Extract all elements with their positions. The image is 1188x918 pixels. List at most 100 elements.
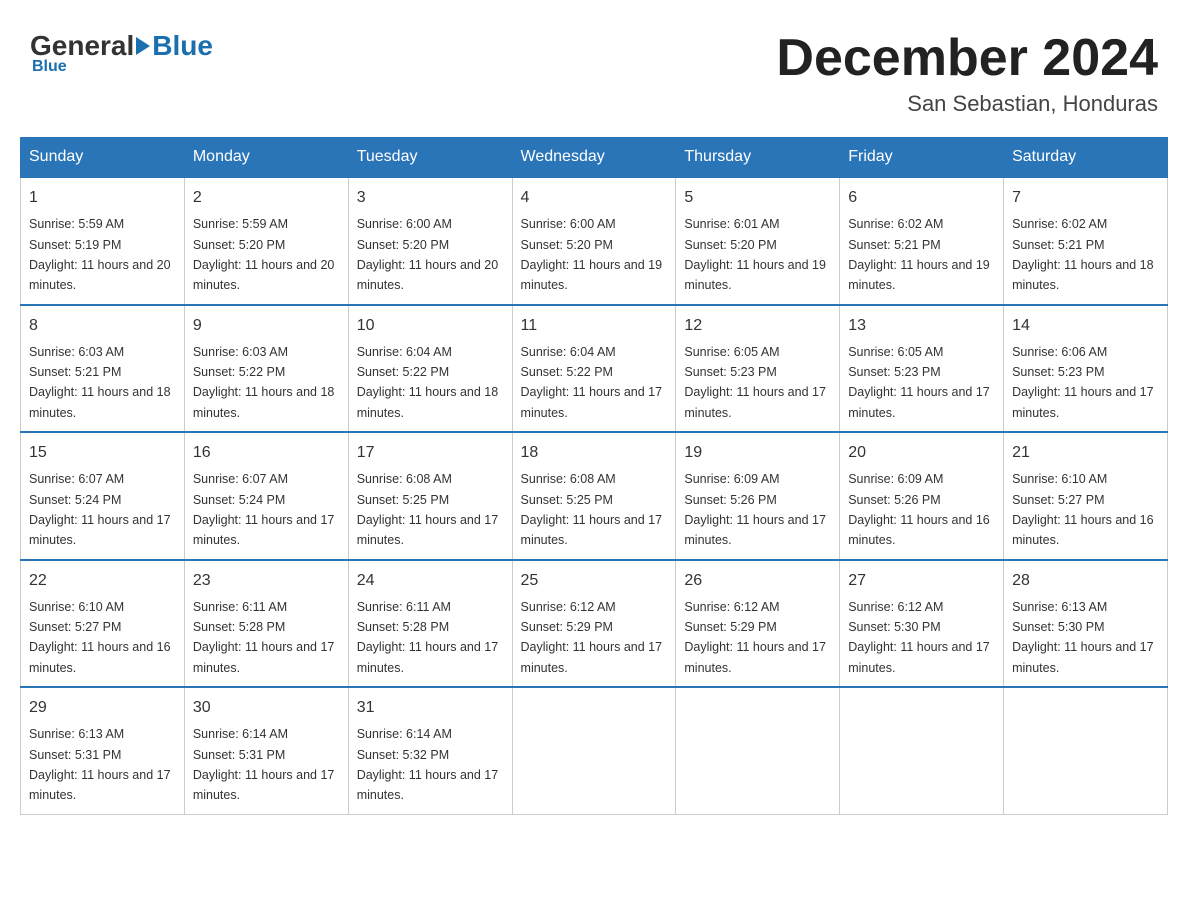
day-info: Sunrise: 6:03 AMSunset: 5:22 PMDaylight:… [193, 345, 335, 420]
day-info: Sunrise: 6:13 AMSunset: 5:31 PMDaylight:… [29, 727, 171, 802]
day-info: Sunrise: 6:07 AMSunset: 5:24 PMDaylight:… [29, 472, 171, 547]
day-info: Sunrise: 6:13 AMSunset: 5:30 PMDaylight:… [1012, 600, 1154, 675]
day-number: 25 [521, 569, 668, 593]
day-number: 30 [193, 696, 340, 720]
col-sunday: Sunday [21, 138, 185, 178]
day-info: Sunrise: 6:10 AMSunset: 5:27 PMDaylight:… [1012, 472, 1154, 547]
day-number: 12 [684, 314, 831, 338]
calendar-week-row: 22Sunrise: 6:10 AMSunset: 5:27 PMDayligh… [21, 560, 1168, 688]
table-row [1004, 687, 1168, 814]
day-info: Sunrise: 6:04 AMSunset: 5:22 PMDaylight:… [521, 345, 663, 420]
day-info: Sunrise: 6:09 AMSunset: 5:26 PMDaylight:… [684, 472, 826, 547]
day-number: 2 [193, 186, 340, 210]
logo-arrow-icon [136, 37, 150, 55]
title-section: December 2024 San Sebastian, Honduras [776, 30, 1158, 117]
day-info: Sunrise: 6:03 AMSunset: 5:21 PMDaylight:… [29, 345, 171, 420]
col-friday: Friday [840, 138, 1004, 178]
logo-subtitle: Blue [32, 58, 67, 76]
day-number: 6 [848, 186, 995, 210]
day-number: 15 [29, 441, 176, 465]
day-number: 27 [848, 569, 995, 593]
calendar-table: Sunday Monday Tuesday Wednesday Thursday… [20, 137, 1168, 815]
col-wednesday: Wednesday [512, 138, 676, 178]
day-info: Sunrise: 6:12 AMSunset: 5:29 PMDaylight:… [684, 600, 826, 675]
day-number: 1 [29, 186, 176, 210]
day-number: 7 [1012, 186, 1159, 210]
day-info: Sunrise: 6:14 AMSunset: 5:32 PMDaylight:… [357, 727, 499, 802]
table-row [840, 687, 1004, 814]
day-number: 21 [1012, 441, 1159, 465]
col-monday: Monday [184, 138, 348, 178]
day-info: Sunrise: 6:06 AMSunset: 5:23 PMDaylight:… [1012, 345, 1154, 420]
day-number: 31 [357, 696, 504, 720]
page-header: General Blue Blue December 2024 San Seba… [20, 20, 1168, 117]
day-number: 3 [357, 186, 504, 210]
day-number: 19 [684, 441, 831, 465]
location-title: San Sebastian, Honduras [776, 91, 1158, 117]
table-row: 18 Sunrise: 6:08 AMSunset: 5:25 PMDayligh… [512, 432, 676, 560]
day-number: 10 [357, 314, 504, 338]
day-number: 5 [684, 186, 831, 210]
table-row: 16Sunrise: 6:07 AMSunset: 5:24 PMDayligh… [184, 432, 348, 560]
table-row: 20 Sunrise: 6:09 AMSunset: 5:26 PMDayligh… [840, 432, 1004, 560]
day-info: Sunrise: 6:02 AMSunset: 5:21 PMDaylight:… [1012, 217, 1154, 292]
table-row: 11 Sunrise: 6:04 AMSunset: 5:22 PMDayligh… [512, 305, 676, 433]
day-info: Sunrise: 6:05 AMSunset: 5:23 PMDaylight:… [684, 345, 826, 420]
logo: General Blue Blue [30, 30, 213, 76]
day-info: Sunrise: 6:00 AMSunset: 5:20 PMDaylight:… [521, 217, 663, 292]
logo-blue-text: Blue [152, 30, 213, 62]
day-info: Sunrise: 6:12 AMSunset: 5:29 PMDaylight:… [521, 600, 663, 675]
table-row: 13 Sunrise: 6:05 AMSunset: 5:23 PMDayligh… [840, 305, 1004, 433]
day-number: 20 [848, 441, 995, 465]
day-number: 23 [193, 569, 340, 593]
table-row: 26Sunrise: 6:12 AMSunset: 5:29 PMDayligh… [676, 560, 840, 688]
day-number: 11 [521, 314, 668, 338]
table-row: 27Sunrise: 6:12 AMSunset: 5:30 PMDayligh… [840, 560, 1004, 688]
day-info: Sunrise: 6:14 AMSunset: 5:31 PMDaylight:… [193, 727, 335, 802]
table-row: 15 Sunrise: 6:07 AMSunset: 5:24 PMDayligh… [21, 432, 185, 560]
day-number: 16 [193, 441, 340, 465]
calendar-header-row: Sunday Monday Tuesday Wednesday Thursday… [21, 138, 1168, 178]
col-thursday: Thursday [676, 138, 840, 178]
table-row: 7 Sunrise: 6:02 AMSunset: 5:21 PMDaylight… [1004, 177, 1168, 305]
calendar-week-row: 29Sunrise: 6:13 AMSunset: 5:31 PMDayligh… [21, 687, 1168, 814]
table-row: 4 Sunrise: 6:00 AMSunset: 5:20 PMDaylight… [512, 177, 676, 305]
col-saturday: Saturday [1004, 138, 1168, 178]
table-row: 6 Sunrise: 6:02 AMSunset: 5:21 PMDaylight… [840, 177, 1004, 305]
table-row: 10 Sunrise: 6:04 AMSunset: 5:22 PMDayligh… [348, 305, 512, 433]
table-row: 3Sunrise: 6:00 AMSunset: 5:20 PMDaylight… [348, 177, 512, 305]
day-info: Sunrise: 6:04 AMSunset: 5:22 PMDaylight:… [357, 345, 499, 420]
day-number: 17 [357, 441, 504, 465]
day-number: 13 [848, 314, 995, 338]
day-info: Sunrise: 6:11 AMSunset: 5:28 PMDaylight:… [193, 600, 335, 675]
day-info: Sunrise: 6:01 AMSunset: 5:20 PMDaylight:… [684, 217, 826, 292]
table-row: 23 Sunrise: 6:11 AMSunset: 5:28 PMDayligh… [184, 560, 348, 688]
day-info: Sunrise: 5:59 AMSunset: 5:20 PMDaylight:… [193, 217, 335, 292]
table-row: 5 Sunrise: 6:01 AMSunset: 5:20 PMDaylight… [676, 177, 840, 305]
day-info: Sunrise: 6:02 AMSunset: 5:21 PMDaylight:… [848, 217, 990, 292]
day-number: 18 [521, 441, 668, 465]
table-row: 30 Sunrise: 6:14 AMSunset: 5:31 PMDayligh… [184, 687, 348, 814]
table-row [676, 687, 840, 814]
table-row: 22Sunrise: 6:10 AMSunset: 5:27 PMDayligh… [21, 560, 185, 688]
calendar-week-row: 8Sunrise: 6:03 AMSunset: 5:21 PMDaylight… [21, 305, 1168, 433]
day-number: 28 [1012, 569, 1159, 593]
table-row: 2 Sunrise: 5:59 AMSunset: 5:20 PMDaylight… [184, 177, 348, 305]
table-row: 9Sunrise: 6:03 AMSunset: 5:22 PMDaylight… [184, 305, 348, 433]
day-number: 14 [1012, 314, 1159, 338]
day-number: 4 [521, 186, 668, 210]
day-info: Sunrise: 6:05 AMSunset: 5:23 PMDaylight:… [848, 345, 990, 420]
calendar-week-row: 15 Sunrise: 6:07 AMSunset: 5:24 PMDayligh… [21, 432, 1168, 560]
table-row: 19 Sunrise: 6:09 AMSunset: 5:26 PMDayligh… [676, 432, 840, 560]
day-number: 22 [29, 569, 176, 593]
day-info: Sunrise: 6:09 AMSunset: 5:26 PMDaylight:… [848, 472, 990, 547]
calendar-week-row: 1Sunrise: 5:59 AMSunset: 5:19 PMDaylight… [21, 177, 1168, 305]
table-row: 31 Sunrise: 6:14 AMSunset: 5:32 PMDayligh… [348, 687, 512, 814]
day-info: Sunrise: 6:08 AMSunset: 5:25 PMDaylight:… [357, 472, 499, 547]
table-row: 29Sunrise: 6:13 AMSunset: 5:31 PMDayligh… [21, 687, 185, 814]
day-info: Sunrise: 6:11 AMSunset: 5:28 PMDaylight:… [357, 600, 499, 675]
table-row: 14 Sunrise: 6:06 AMSunset: 5:23 PMDayligh… [1004, 305, 1168, 433]
table-row: 1Sunrise: 5:59 AMSunset: 5:19 PMDaylight… [21, 177, 185, 305]
day-info: Sunrise: 6:08 AMSunset: 5:25 PMDaylight:… [521, 472, 663, 547]
table-row: 8Sunrise: 6:03 AMSunset: 5:21 PMDaylight… [21, 305, 185, 433]
